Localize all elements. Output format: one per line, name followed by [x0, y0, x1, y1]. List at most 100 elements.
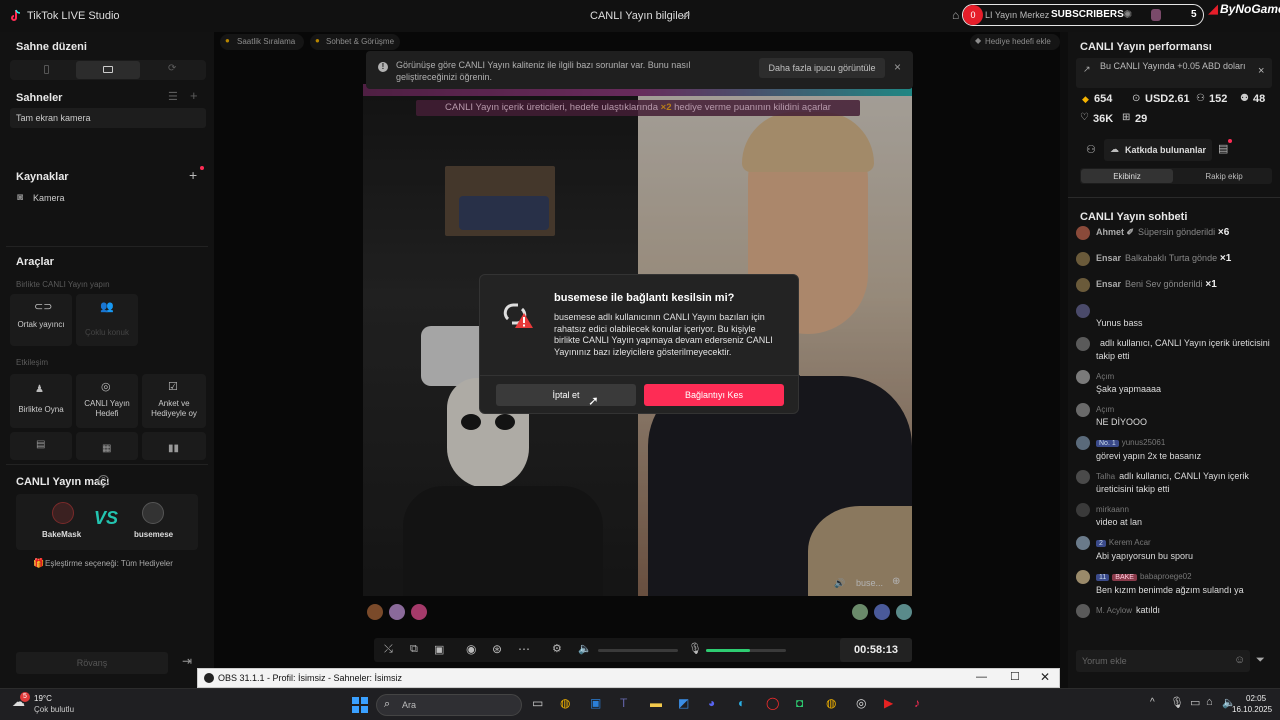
landscape-layout-button[interactable]	[76, 61, 140, 79]
avatar[interactable]	[1076, 604, 1090, 618]
chat-username[interactable]: mirkaann	[1096, 505, 1129, 514]
chat-username[interactable]: Ensar	[1096, 279, 1121, 289]
tool-poll[interactable]: ☑ Anket ve Hediyeyle oy	[142, 374, 206, 428]
settings-sliders-icon[interactable]: ⚙	[552, 642, 562, 655]
chat-message[interactable]: No. 1 yunus25061 görevi yapın 2x te basanı…	[1076, 436, 1272, 462]
chat-message[interactable]: Ensar Balkabaklı Turta gönde ×1	[1076, 252, 1272, 266]
viewer-avatar[interactable]	[389, 604, 405, 620]
cancel-button[interactable]: İptal et	[496, 384, 636, 406]
chat-message[interactable]: adlı kullanıcı, CANLI Yayın içerik üreti…	[1076, 337, 1272, 362]
contributors-button[interactable]: ☁ Katkıda bulunanlar	[1104, 139, 1212, 161]
avatar[interactable]	[1076, 470, 1090, 484]
tool-live-goal[interactable]: ◎ CANLI Yayın Hedefi	[76, 374, 138, 428]
clock-date[interactable]: 16.10.2025	[1232, 705, 1272, 714]
youtube-icon[interactable]: ▶	[884, 696, 893, 710]
viewer-avatar[interactable]	[411, 604, 427, 620]
avatar[interactable]	[1076, 337, 1090, 351]
chat-username[interactable]: babaproege02	[1140, 572, 1192, 581]
filter-icon[interactable]: ⏷	[1256, 654, 1265, 667]
avatar[interactable]	[1076, 278, 1090, 292]
chrome-icon[interactable]: ◍	[560, 696, 570, 710]
chat-username[interactable]: Kerem Acar	[1109, 538, 1151, 547]
chat-message[interactable]: Ensar Beni Sev gönderildi ×1	[1076, 278, 1272, 292]
mic-slider[interactable]	[706, 649, 786, 652]
portrait-layout-icon[interactable]	[44, 65, 49, 74]
viewer-avatar[interactable]	[896, 604, 912, 620]
chat-username[interactable]: Açım	[1096, 372, 1114, 381]
avatar[interactable]	[1076, 436, 1090, 450]
close-icon[interactable]: ×	[1258, 65, 1264, 77]
window-icon[interactable]: ▣	[434, 643, 444, 656]
exit-icon[interactable]: ⇥	[182, 654, 192, 668]
add-source-icon[interactable]: +	[189, 167, 197, 183]
magic-icon[interactable]: ⤯	[384, 643, 393, 656]
avatar[interactable]	[1076, 304, 1090, 318]
comment-input[interactable]: Yorum ekle ☺	[1076, 650, 1250, 672]
screen-icon[interactable]: ⧉	[410, 643, 418, 656]
live-info-title[interactable]: CANLI Yayın bilgileri	[590, 10, 690, 22]
live-center-label[interactable]: LI Yayın Merkez	[985, 10, 1049, 20]
chat-message[interactable]: mirkaann video at lan	[1076, 503, 1272, 528]
viewer-avatar[interactable]	[852, 604, 868, 620]
close-icon[interactable]: ✕	[1040, 670, 1050, 684]
opera-icon[interactable]: ◯	[766, 696, 779, 710]
chat-username[interactable]: M. Acylow	[1096, 606, 1132, 615]
avatar[interactable]	[1076, 403, 1090, 417]
volume-icon[interactable]: 🔈	[578, 642, 592, 655]
more-icon[interactable]: ⋯	[518, 642, 530, 656]
taskbar-search[interactable]: ⌕ Ara	[376, 694, 522, 716]
avatar[interactable]	[1076, 570, 1090, 584]
chat-username[interactable]: Açım	[1096, 405, 1114, 414]
network-icon[interactable]: ⌂	[1206, 696, 1213, 708]
chat-message[interactable]: Ahmet ✐ Süpersin gönderildi ×6	[1076, 226, 1272, 240]
emoji-icon[interactable]: ☺	[1234, 654, 1245, 666]
list-icon[interactable]: ☰	[168, 90, 178, 103]
chat-message[interactable]: Açım NE DİYOOO	[1076, 403, 1272, 428]
avatar[interactable]	[1076, 536, 1090, 550]
task-view-icon[interactable]: ▭	[532, 696, 543, 710]
minimize-icon[interactable]: —	[976, 671, 987, 683]
panel-icon[interactable]: ▤	[1218, 142, 1228, 155]
clock-time[interactable]: 02:05	[1246, 694, 1266, 703]
obs-taskbar-icon[interactable]: ◎	[856, 696, 866, 710]
rotate-layout-icon[interactable]: ⟳	[168, 63, 176, 74]
add-user-icon[interactable]: ⚇	[1086, 143, 1096, 156]
share-icon[interactable]: ⇗	[681, 8, 691, 22]
avatar[interactable]	[1076, 226, 1090, 240]
chat-message[interactable]: M. Acylow katıldı	[1076, 604, 1272, 618]
record-icon[interactable]: ◉	[466, 642, 476, 656]
chat-username[interactable]: Ensar	[1096, 253, 1121, 263]
avatar[interactable]	[1076, 252, 1090, 266]
edge-icon[interactable]: ◐	[738, 696, 745, 710]
tool-play-together[interactable]: ♟ Birlikte Oyna	[10, 374, 72, 428]
tab-rival[interactable]: Rakip ekip	[1176, 172, 1272, 181]
volume-slider[interactable]	[598, 649, 678, 652]
disconnect-button[interactable]: Bağlantıyı Kes	[644, 384, 784, 406]
maximize-icon[interactable]: ☐	[1010, 670, 1020, 683]
viewer-avatar[interactable]	[874, 604, 890, 620]
target-icon[interactable]: ⊛	[492, 642, 502, 656]
source-item-camera[interactable]: Kamera	[33, 193, 65, 203]
tool-extra-2[interactable]: ▦	[76, 432, 138, 460]
weather-temp[interactable]: 19°C	[34, 694, 52, 703]
tool-multi-guest[interactable]: 👥 Çoklu konuk	[76, 294, 138, 346]
avatar[interactable]	[1076, 370, 1090, 384]
chat-username[interactable]: Talha	[1096, 472, 1115, 481]
photos-icon[interactable]: ◩	[678, 696, 689, 710]
chat-message[interactable]: Talha adlı kullanıcı, CANLI Yayın içerik …	[1076, 470, 1272, 495]
match-card[interactable]: BakeMask VS busemese	[16, 494, 198, 550]
add-scene-icon[interactable]: +	[190, 88, 198, 103]
obs-window-titlebar[interactable]: OBS 31.1.1 - Profil: İsimsiz - Sahneler:…	[197, 668, 1060, 688]
display-icon[interactable]: ▭	[1190, 696, 1200, 709]
scene-item[interactable]: Tam ekran kamera	[10, 108, 206, 128]
avatar[interactable]	[1076, 503, 1090, 517]
chat-message[interactable]: Yunus bass	[1076, 304, 1272, 329]
mic-icon[interactable]: 🎙	[1170, 696, 1184, 709]
rematch-button[interactable]: Rövanş	[16, 652, 168, 674]
chat-message[interactable]: 2 Kerem Acar Abi yapıyorsun bu sporu	[1076, 536, 1272, 562]
chevron-up-icon[interactable]: ^	[1150, 697, 1155, 708]
chat-username[interactable]: yunus25061	[1122, 438, 1166, 447]
folder-icon[interactable]: ▬	[650, 696, 662, 710]
discord-icon[interactable]: ◕	[708, 696, 715, 710]
help-icon[interactable]: ?	[98, 475, 109, 486]
